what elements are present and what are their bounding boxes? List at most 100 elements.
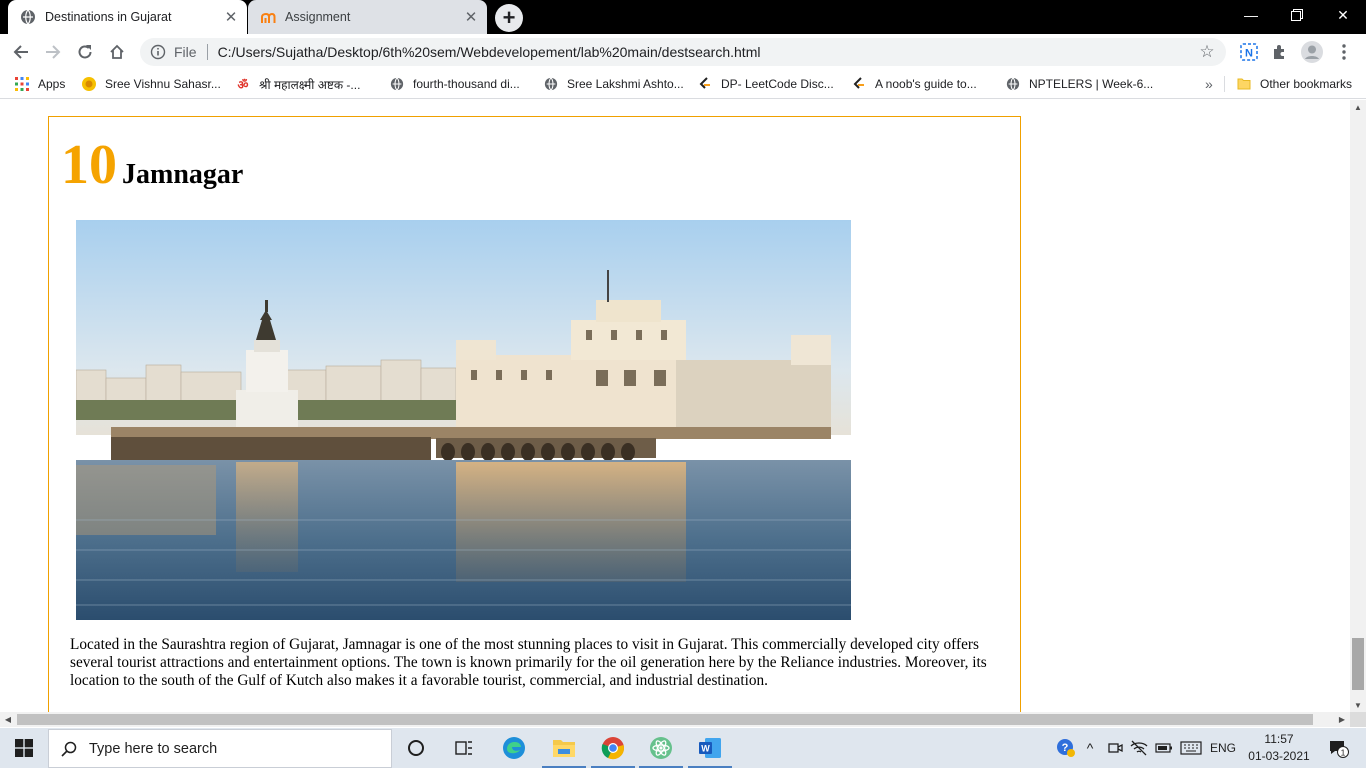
sun-icon [81, 76, 97, 92]
tab-strip: Destinations in Gujarat ✕ Assignment ✕ +… [0, 0, 1366, 34]
scroll-right-arrow-icon[interactable]: ▶ [1334, 712, 1350, 727]
globe-icon [389, 76, 405, 92]
search-icon [49, 741, 89, 757]
apps-grid-icon [14, 76, 30, 92]
clock-date: 01-03-2021 [1248, 749, 1310, 763]
bookmark-label: NPTELERS | Week-6... [1029, 77, 1154, 91]
tab-title: Destinations in Gujarat [45, 10, 172, 24]
other-bookmarks-folder[interactable]: Other bookmarks [1236, 70, 1352, 98]
moodle-icon [260, 9, 276, 25]
help-icon[interactable]: ? [1054, 728, 1078, 768]
browser-toolbar: File C:/Users/Sujatha/Desktop/6th%20sem/… [0, 34, 1366, 70]
bookmark-leetcode-dp[interactable]: DP- LeetCode Disc... [697, 70, 834, 98]
bookmark-label: fourth-thousand di... [413, 77, 520, 91]
bookmark-label: Apps [38, 77, 66, 91]
globe-icon [1005, 76, 1021, 92]
reload-button[interactable] [71, 38, 99, 66]
close-tab-icon[interactable]: ✕ [461, 7, 481, 27]
restore-icon[interactable] [1274, 0, 1320, 30]
bookmark-vishnu[interactable]: Sree Vishnu Sahasr... [81, 70, 221, 98]
network-icon[interactable] [1128, 728, 1150, 768]
minimize-icon[interactable]: — [1228, 0, 1274, 30]
close-window-icon[interactable]: ✕ [1320, 0, 1366, 30]
menu-kebab-icon[interactable] [1332, 40, 1356, 64]
bookmark-label: Sree Vishnu Sahasr... [105, 77, 221, 91]
om-icon: ॐ [237, 77, 249, 92]
destination-rank: 10 [61, 134, 117, 196]
action-center-icon[interactable]: 1 [1318, 728, 1358, 768]
home-button[interactable] [103, 38, 131, 66]
extension-n-icon[interactable]: N [1237, 40, 1261, 64]
scroll-down-arrow-icon[interactable]: ▼ [1350, 698, 1366, 712]
forward-button[interactable] [39, 38, 67, 66]
vertical-scrollbar[interactable]: ▲ ▼ [1350, 100, 1366, 712]
windows-start-button[interactable] [0, 728, 48, 768]
destination-card: 10 Jamnagar Located in the Saurashtra re… [48, 116, 1021, 712]
extensions-puzzle-icon[interactable] [1268, 40, 1292, 64]
bookmark-apps[interactable]: Apps [14, 70, 65, 98]
svg-text:N: N [1245, 48, 1253, 60]
profile-avatar-icon[interactable] [1300, 40, 1324, 64]
search-placeholder: Type here to search [89, 740, 218, 757]
taskbar-search-box[interactable]: Type here to search [48, 729, 392, 768]
page-viewport: 10 Jamnagar Located in the Saurashtra re… [0, 100, 1350, 712]
word-icon[interactable]: W [686, 728, 734, 768]
tab-assignment[interactable]: Assignment ✕ [248, 0, 487, 34]
divider [206, 44, 208, 60]
system-clock[interactable]: 11:57 01-03-2021 [1244, 731, 1314, 765]
scroll-up-arrow-icon[interactable]: ▲ [1350, 100, 1366, 114]
info-icon[interactable] [150, 44, 166, 60]
bookmark-label: A noob's guide to... [875, 77, 977, 91]
bookmark-lakshmi[interactable]: Sree Lakshmi Ashto... [543, 70, 684, 98]
notification-count: 1 [1341, 747, 1346, 757]
leetcode-icon [851, 76, 867, 92]
clock-time: 11:57 [1264, 732, 1294, 746]
windows-taskbar: Type here to search W ? ^ ENG 11:57 01-0… [0, 728, 1366, 768]
meet-now-icon[interactable] [1104, 728, 1126, 768]
svg-text:W: W [701, 744, 710, 754]
globe-icon [20, 9, 36, 25]
vertical-scroll-thumb[interactable] [1352, 638, 1364, 690]
bookmark-noob-guide[interactable]: A noob's guide to... [851, 70, 977, 98]
atom-icon[interactable] [637, 728, 685, 768]
horizontal-scroll-thumb[interactable] [17, 714, 1313, 725]
horizontal-scrollbar[interactable]: ◀ ▶ [0, 712, 1350, 727]
address-bar[interactable]: File C:/Users/Sujatha/Desktop/6th%20sem/… [140, 38, 1226, 66]
url-text[interactable]: C:/Users/Sujatha/Desktop/6th%20sem/Webde… [218, 44, 1197, 60]
divider [1224, 76, 1225, 92]
show-hidden-icons-chevron-icon[interactable]: ^ [1080, 728, 1100, 768]
scheme-label: File [174, 44, 197, 60]
scroll-left-arrow-icon[interactable]: ◀ [0, 712, 16, 727]
windows-logo-icon [15, 739, 33, 757]
leetcode-icon [697, 76, 713, 92]
bookmarks-overflow-button[interactable]: » [1205, 70, 1213, 98]
destination-name: Jamnagar [122, 159, 244, 190]
destination-heading: 10 Jamnagar [61, 137, 243, 193]
bookmark-label: DP- LeetCode Disc... [721, 77, 834, 91]
bookmark-star-icon[interactable]: ☆ [1197, 42, 1217, 62]
keyboard-icon[interactable] [1178, 728, 1204, 768]
folder-icon [1236, 76, 1252, 92]
globe-icon [543, 76, 559, 92]
bookmark-fourth-thousand[interactable]: fourth-thousand di... [389, 70, 520, 98]
lakhota-palace-image [76, 220, 851, 620]
tab-title: Assignment [285, 10, 351, 24]
bookmark-label: Sree Lakshmi Ashto... [567, 77, 684, 91]
task-view-icon[interactable] [440, 728, 488, 768]
battery-icon[interactable] [1153, 728, 1175, 768]
close-tab-icon[interactable]: ✕ [221, 7, 241, 27]
destination-description: Located in the Saurashtra region of Guja… [70, 636, 987, 689]
destination-photo [76, 220, 851, 620]
cortana-icon[interactable] [392, 728, 440, 768]
new-tab-button[interactable]: + [495, 4, 523, 32]
bookmark-label: Other bookmarks [1260, 77, 1353, 91]
tab-destinations[interactable]: Destinations in Gujarat ✕ [8, 0, 247, 34]
bookmark-nptelers[interactable]: NPTELERS | Week-6... [1005, 70, 1153, 98]
chrome-icon[interactable] [589, 728, 637, 768]
bookmark-label: श्री महालक्ष्मी अष्टक -... [259, 77, 361, 92]
input-language[interactable]: ENG [1206, 728, 1240, 768]
file-explorer-icon[interactable] [540, 728, 588, 768]
edge-icon[interactable] [490, 728, 538, 768]
back-button[interactable] [7, 38, 35, 66]
bookmark-mahalakshmi[interactable]: ॐ श्री महालक्ष्मी अष्टक -... [235, 70, 361, 98]
